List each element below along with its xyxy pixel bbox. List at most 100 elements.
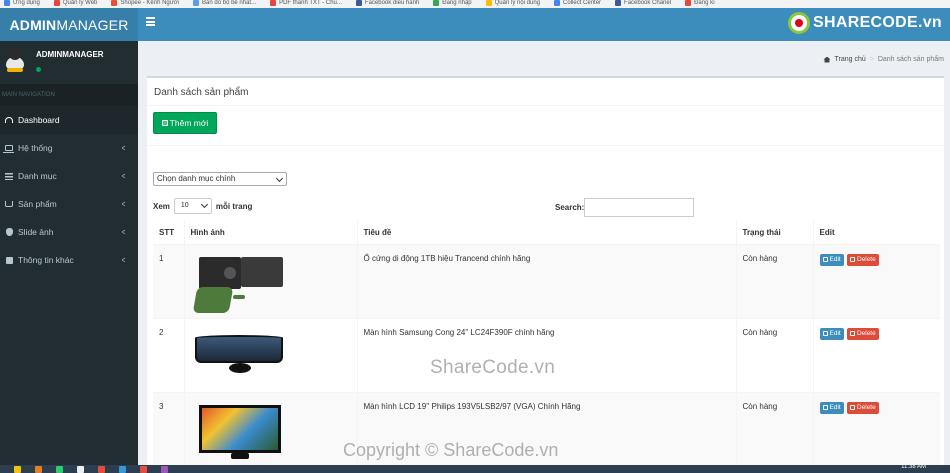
chevron-left-icon: <	[121, 199, 126, 209]
taskbar-app-icon[interactable]	[161, 465, 168, 473]
taskbar-app-icon[interactable]	[56, 465, 63, 473]
cell-title: Màn hình Samsung Cong 24" LC24F390F chín…	[356, 317, 736, 392]
breadcrumb-current: Danh sách sản phẩm	[877, 56, 944, 63]
chevron-left-icon: <	[121, 227, 126, 237]
product-list-box: Danh sách sản phẩm Thêm mới Chọn danh mụ…	[147, 76, 944, 473]
cell-status: Còn hàng	[735, 317, 813, 392]
bookmark-item[interactable]: Facebook Chanel	[615, 0, 671, 8]
taskbar-app-icon[interactable]	[98, 465, 105, 473]
add-new-button[interactable]: Thêm mới	[153, 112, 217, 134]
product-image-hdd	[191, 251, 287, 315]
logo-rest: MANAGER	[56, 16, 129, 33]
breadcrumb-separator: >	[869, 56, 874, 63]
column-header-stt[interactable]: STT	[153, 221, 184, 245]
rss-icon	[0, 256, 18, 264]
column-header-title[interactable]: Tiêu đề	[356, 221, 736, 245]
bookmark-item[interactable]: Đăng nhập	[433, 0, 472, 8]
table-row: 1 Ổ cứng di động 1TB hiệu Trancend chính…	[153, 243, 940, 318]
cell-actions: Edit Delete	[812, 243, 940, 318]
edit-icon	[822, 331, 828, 336]
edit-button[interactable]: Edit	[819, 401, 844, 414]
delete-button[interactable]: Delete	[846, 401, 879, 414]
taskbar: 11:38 AM	[0, 464, 950, 473]
column-header-edit[interactable]: Edit	[812, 221, 940, 245]
user-panel: ADMINMANAGER	[0, 41, 138, 83]
show-prefix: Xem	[153, 201, 170, 211]
sidebar-item-system[interactable]: Hệ thống <	[0, 134, 138, 162]
edit-button[interactable]: Edit	[819, 327, 844, 340]
user-name: ADMINMANAGER	[36, 50, 104, 59]
sidebar-item-label: Thông tin khác	[18, 255, 74, 265]
sharecode-logo-text: SHARECODE.vn	[813, 14, 942, 31]
product-image-curved-monitor	[191, 325, 287, 389]
cart-icon	[0, 201, 18, 207]
bookmark-item[interactable]: Collect Center	[554, 0, 601, 8]
sidebar-item-label: Sản phẩm	[18, 199, 57, 209]
chevron-left-icon: <	[121, 255, 126, 265]
cell-status: Còn hàng	[735, 391, 813, 466]
add-new-label: Thêm mới	[169, 118, 209, 128]
laptop-icon	[0, 145, 18, 153]
edit-icon	[822, 257, 828, 262]
sidebar-item-dashboard[interactable]: Dashboard	[0, 106, 138, 134]
chevron-left-icon: <	[121, 143, 126, 153]
cell-stt: 2	[153, 317, 184, 392]
bookmarks-bar: Ứng dụng Quản lý Web Shopee - Kênh Người…	[0, 0, 950, 8]
category-select[interactable]: Chọn danh mục chính	[153, 172, 287, 186]
breadcrumb-home[interactable]: Trang chủ	[834, 56, 865, 63]
bookmark-item[interactable]: Quản lý nội dung	[485, 0, 540, 8]
page-title: Danh sách sản phẩm	[154, 87, 249, 98]
table-row: 2 Màn hình Samsung Cong 24" LC24F390F ch…	[153, 317, 940, 392]
edit-icon	[161, 120, 168, 126]
search-input[interactable]	[584, 198, 695, 217]
product-image-lcd-monitor	[191, 399, 287, 463]
top-navbar: SHARECODE.vn	[138, 8, 950, 41]
delete-button[interactable]: Delete	[846, 327, 879, 340]
sidebar-item-slides[interactable]: Slide ảnh <	[0, 218, 138, 246]
bookmark-item[interactable]: PDF thành TXT - Chu...	[270, 0, 342, 8]
search-label: Search:	[555, 203, 585, 212]
trash-icon	[849, 257, 855, 262]
sidebar-item-categories[interactable]: Danh mục <	[0, 162, 138, 190]
taskbar-app-icon[interactable]	[35, 465, 42, 473]
bookmark-item[interactable]: Shopee - Kênh Người	[111, 0, 179, 8]
taskbar-clock: 11:38 AM	[901, 464, 926, 470]
cell-actions: Edit Delete	[812, 391, 940, 466]
sidebar-toggle-icon[interactable]	[146, 17, 155, 26]
delete-button[interactable]: Delete	[846, 253, 879, 266]
sidebar-item-other-info[interactable]: Thông tin khác <	[0, 246, 138, 274]
edit-button[interactable]: Edit	[819, 253, 844, 266]
sidebar-item-label: Slide ảnh	[18, 227, 54, 237]
sidebar-item-label: Danh mục	[18, 171, 57, 181]
sharecode-logo-icon	[788, 12, 811, 34]
sidebar-item-label: Hệ thống	[18, 143, 53, 153]
cell-image	[183, 317, 357, 392]
column-header-image[interactable]: Hình ảnh	[183, 221, 357, 245]
table-search: Search:	[555, 198, 695, 217]
taskbar-app-icon[interactable]	[140, 465, 147, 473]
sharecode-logo: SHARECODE.vn	[788, 12, 942, 34]
bookmark-item[interactable]: Ứng dụng	[4, 0, 40, 8]
avatar	[5, 48, 25, 72]
cell-status: Còn hàng	[735, 243, 813, 318]
sidebar-item-products[interactable]: Sản phẩm <	[0, 190, 138, 218]
taskbar-app-icon[interactable]	[14, 465, 21, 473]
bookmark-item[interactable]: Bán đồ bộ bé nhất...	[193, 0, 256, 8]
sidebar: ADMINMANAGER MAIN NAVIGATION Dashboard H…	[0, 41, 138, 473]
taskbar-app-icon[interactable]	[77, 465, 84, 473]
copyright-watermark: Copyright © ShareCode.vn	[343, 440, 559, 460]
bookmark-item[interactable]: Facebook điều hành	[355, 0, 419, 8]
app-logo[interactable]: ADMIN MANAGER	[0, 8, 138, 41]
chevron-left-icon: <	[121, 171, 126, 181]
breadcrumb: Trang chủ > Danh sách sản phẩm	[823, 56, 944, 63]
column-header-status[interactable]: Trạng thái	[735, 221, 813, 245]
bookmark-item[interactable]: Đăng kí	[685, 0, 715, 8]
bookmark-item[interactable]: Quản lý Web	[53, 0, 97, 8]
cell-stt: 1	[153, 243, 184, 318]
taskbar-app-icon[interactable]	[119, 465, 126, 473]
page-length-control: Xem 10 mỗi trang	[153, 198, 252, 214]
edit-icon	[822, 405, 828, 410]
trash-icon	[849, 405, 855, 410]
page-length-select[interactable]: 10	[173, 198, 212, 214]
list-icon	[0, 172, 18, 180]
